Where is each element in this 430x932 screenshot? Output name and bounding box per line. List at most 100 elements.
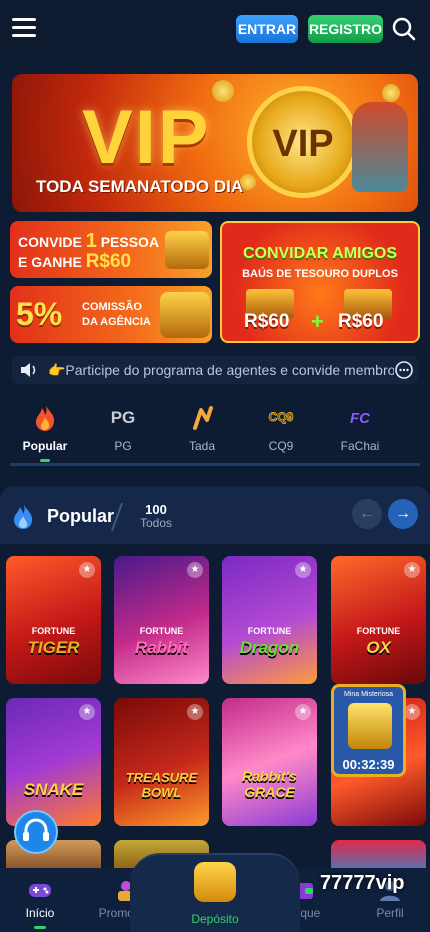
game-title: OX: [366, 638, 391, 657]
convide-text: PESSOA: [100, 234, 160, 250]
vip-coin-text: VIP: [272, 123, 334, 165]
favorite-star-icon[interactable]: ★: [404, 704, 420, 720]
coin-decoration: [212, 80, 234, 102]
game-prefix: FORTUNE: [139, 626, 184, 636]
convide-number: 1: [85, 230, 97, 252]
svg-text:CQ9: CQ9: [269, 410, 294, 424]
active-tab-indicator: [40, 459, 50, 462]
vip-coin-graphic: VIP: [247, 86, 359, 198]
registro-button[interactable]: REGISTRO: [308, 15, 383, 43]
favorite-star-icon[interactable]: ★: [79, 562, 95, 578]
convidar-amigos-banner[interactable]: CONVIDAR AMIGOS BAÚS DE TESOURO DUPLOS R…: [220, 221, 420, 343]
game-card[interactable]: ★ Rabbit's GRACE: [222, 698, 317, 826]
top-header: ENTRAR REGISTRO: [0, 0, 430, 60]
vip-banner[interactable]: VIP VIP TODA SEMANATODO DIA: [12, 74, 418, 212]
favorite-star-icon[interactable]: ★: [79, 704, 95, 720]
flame-icon: [14, 503, 33, 529]
tab-fachai[interactable]: FC FaChai: [325, 396, 395, 462]
vip-character-illustration: [352, 102, 408, 192]
tada-logo-icon: [193, 406, 213, 430]
game-prefix: FORTUNE: [31, 626, 76, 636]
tab-label: FaChai: [340, 439, 380, 453]
convidar-title: CONVIDAR AMIGOS: [242, 245, 398, 262]
tab-cq9[interactable]: CQ9 CQ9: [246, 396, 316, 462]
game-card[interactable]: ★ SNAKE: [6, 698, 101, 826]
convide-banner[interactable]: CONVIDE 1 PESSOA E GANHE R$60: [10, 221, 212, 278]
section-title: Popular: [47, 506, 115, 526]
game-title: TREASURE BOWL: [125, 770, 198, 800]
search-icon[interactable]: [392, 17, 416, 41]
active-nav-indicator: [34, 926, 46, 929]
convide-line2: E GANHE R$60: [18, 251, 131, 273]
tab-label: PG: [114, 439, 132, 453]
convide-amount: R$60: [85, 251, 132, 272]
tab-tada[interactable]: Tada: [167, 396, 237, 462]
convidar-plus: +: [311, 309, 324, 334]
chat-icon[interactable]: [394, 360, 414, 380]
vip-title: VIP: [82, 95, 211, 180]
tab-label: Tada: [188, 439, 216, 453]
game-prefix: FORTUNE: [356, 626, 401, 636]
vip-subtitle: TODA SEMANATODO DIA: [36, 177, 244, 196]
game-title: Rabbit: [135, 638, 188, 657]
countdown-timer: 00:32:39: [342, 757, 395, 772]
svg-text:FC: FC: [350, 410, 371, 427]
game-title: TIGER: [27, 638, 80, 657]
tab-label: CQ9: [268, 439, 294, 453]
coin-decoration: [382, 84, 400, 102]
flame-icon: [36, 404, 55, 431]
support-chat-button[interactable]: [14, 810, 58, 854]
game-count: 100: [145, 502, 167, 517]
entrar-button[interactable]: ENTRAR: [236, 15, 298, 43]
prev-page-button[interactable]: ←: [352, 499, 382, 529]
mystery-mine-widget[interactable]: Mina Misteriosa 00:32:39: [331, 684, 406, 777]
convidar-subtitle: BAÚS DE TESOURO DUPLOS: [242, 268, 398, 280]
tab-pg[interactable]: PG PG: [88, 396, 158, 462]
game-card[interactable]: ★ TREASURE BOWL: [114, 698, 209, 826]
game-card[interactable]: ★ FORTUNE Rabbit: [114, 556, 209, 684]
game-title: Dragon: [239, 638, 300, 657]
arrow-left-icon: ←: [359, 505, 375, 522]
todos-link[interactable]: Todos: [136, 516, 176, 530]
comissao-line1: COMISSÃO: [82, 301, 142, 313]
next-page-button[interactable]: →: [388, 499, 418, 529]
convide-text: CONVIDE: [18, 234, 82, 250]
game-title: Rabbit's GRACE: [242, 768, 297, 800]
money-bag-icon[interactable]: [194, 862, 236, 902]
gamepad-icon: [29, 884, 51, 897]
nav-label: Início: [25, 906, 55, 920]
comissao-line2: DA AGÊNCIA: [82, 316, 151, 328]
treasure-chest-icon: [348, 703, 392, 749]
announcement-marquee[interactable]: 👉Participe do programa de agentes e conv…: [12, 356, 418, 384]
nav-deposito[interactable]: Depósito: [170, 912, 260, 926]
nav-inicio[interactable]: Início: [0, 874, 80, 929]
tab-label: Popular: [22, 439, 68, 453]
comissao-banner[interactable]: 5% COMISSÃO DA AGÊNCIA: [10, 286, 212, 343]
marquee-text: 👉Participe do programa de agentes e conv…: [48, 362, 394, 378]
favorite-star-icon[interactable]: ★: [404, 562, 420, 578]
arrow-right-icon: →: [395, 505, 411, 522]
treasure-chest-icon: [165, 231, 209, 269]
pg-logo-icon: PG: [111, 408, 136, 427]
game-prefix: FORTUNE: [247, 626, 292, 636]
favorite-star-icon[interactable]: ★: [295, 704, 311, 720]
treasure-chest-icon: [160, 292, 210, 338]
tab-popular[interactable]: Popular: [10, 396, 80, 462]
convidar-amount: R$60: [244, 311, 290, 332]
menu-icon[interactable]: [12, 18, 36, 38]
nav-label: Perfil: [376, 906, 404, 920]
favorite-star-icon[interactable]: ★: [187, 562, 203, 578]
favorite-star-icon[interactable]: ★: [295, 562, 311, 578]
widget-label: Mina Misteriosa: [343, 691, 393, 698]
comissao-percent: 5%: [16, 296, 63, 332]
game-card[interactable]: ★ FORTUNE TIGER: [6, 556, 101, 684]
convide-text: E GANHE: [18, 254, 82, 270]
game-title: SNAKE: [23, 780, 84, 799]
favorite-star-icon[interactable]: ★: [187, 704, 203, 720]
game-card[interactable]: ★ FORTUNE OX: [331, 556, 426, 684]
game-card[interactable]: ★ FORTUNE Dragon: [222, 556, 317, 684]
popular-section-header: Popular 100 Todos ← →: [0, 486, 430, 544]
svg-text:PG: PG: [111, 408, 136, 427]
convide-line1: CONVIDE 1 PESSOA: [18, 230, 159, 253]
cq9-logo-icon: CQ9: [268, 410, 294, 425]
